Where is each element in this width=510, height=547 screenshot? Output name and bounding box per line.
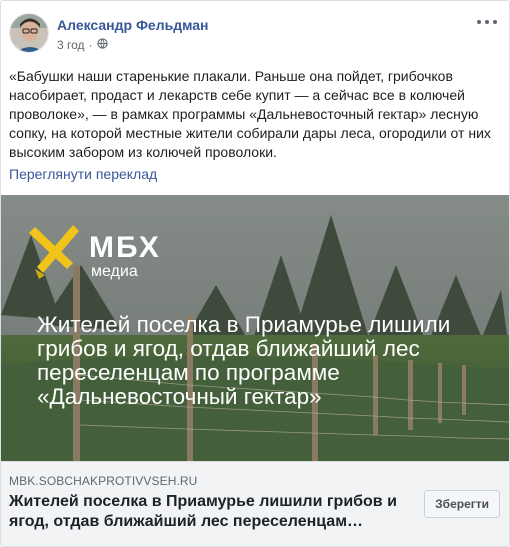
image-headline-line: «Дальневосточный гектар»: [37, 384, 322, 409]
logo-sub-text: медиа: [91, 263, 138, 280]
image-headline-line: грибов и ягод, отдав ближайший лес: [37, 336, 420, 361]
link-title[interactable]: Жителей поселка в Приамурье лишили грибо…: [9, 492, 399, 532]
image-headline-line: переселенцам по программе: [37, 360, 340, 385]
image-headline: Жителей поселка в Приамурье лишили грибо…: [37, 313, 507, 409]
meta-separator: ·: [88, 38, 93, 52]
logo-main-text: МБХ: [89, 231, 161, 264]
save-button[interactable]: Зберегти: [424, 490, 500, 518]
link-preview-meta[interactable]: MBK.SOBCHAKPROTIVVSEH.RU Жителей поселка…: [1, 461, 509, 546]
more-options-icon[interactable]: [477, 15, 497, 29]
link-domain: MBK.SOBCHAKPROTIVVSEH.RU: [9, 474, 198, 488]
globe-icon[interactable]: [96, 38, 108, 52]
post-time[interactable]: 3 год: [57, 38, 85, 52]
see-translation-link[interactable]: Переглянути переклад: [9, 166, 157, 182]
author-name[interactable]: Александр Фельдман: [57, 17, 209, 33]
link-preview-image[interactable]: МБХ медиа Жителей поселка в Приамурье ли…: [1, 195, 509, 461]
author-avatar[interactable]: [9, 13, 49, 53]
image-headline-line: Жителей поселка в Приамурье лишили: [37, 312, 451, 337]
post-text: «Бабушки наши старенькие плакали. Раньше…: [9, 68, 491, 160]
feed-post: Александр Фельдман 3 год · «Бабушки наши…: [0, 0, 510, 547]
post-meta: 3 год ·: [57, 38, 108, 52]
